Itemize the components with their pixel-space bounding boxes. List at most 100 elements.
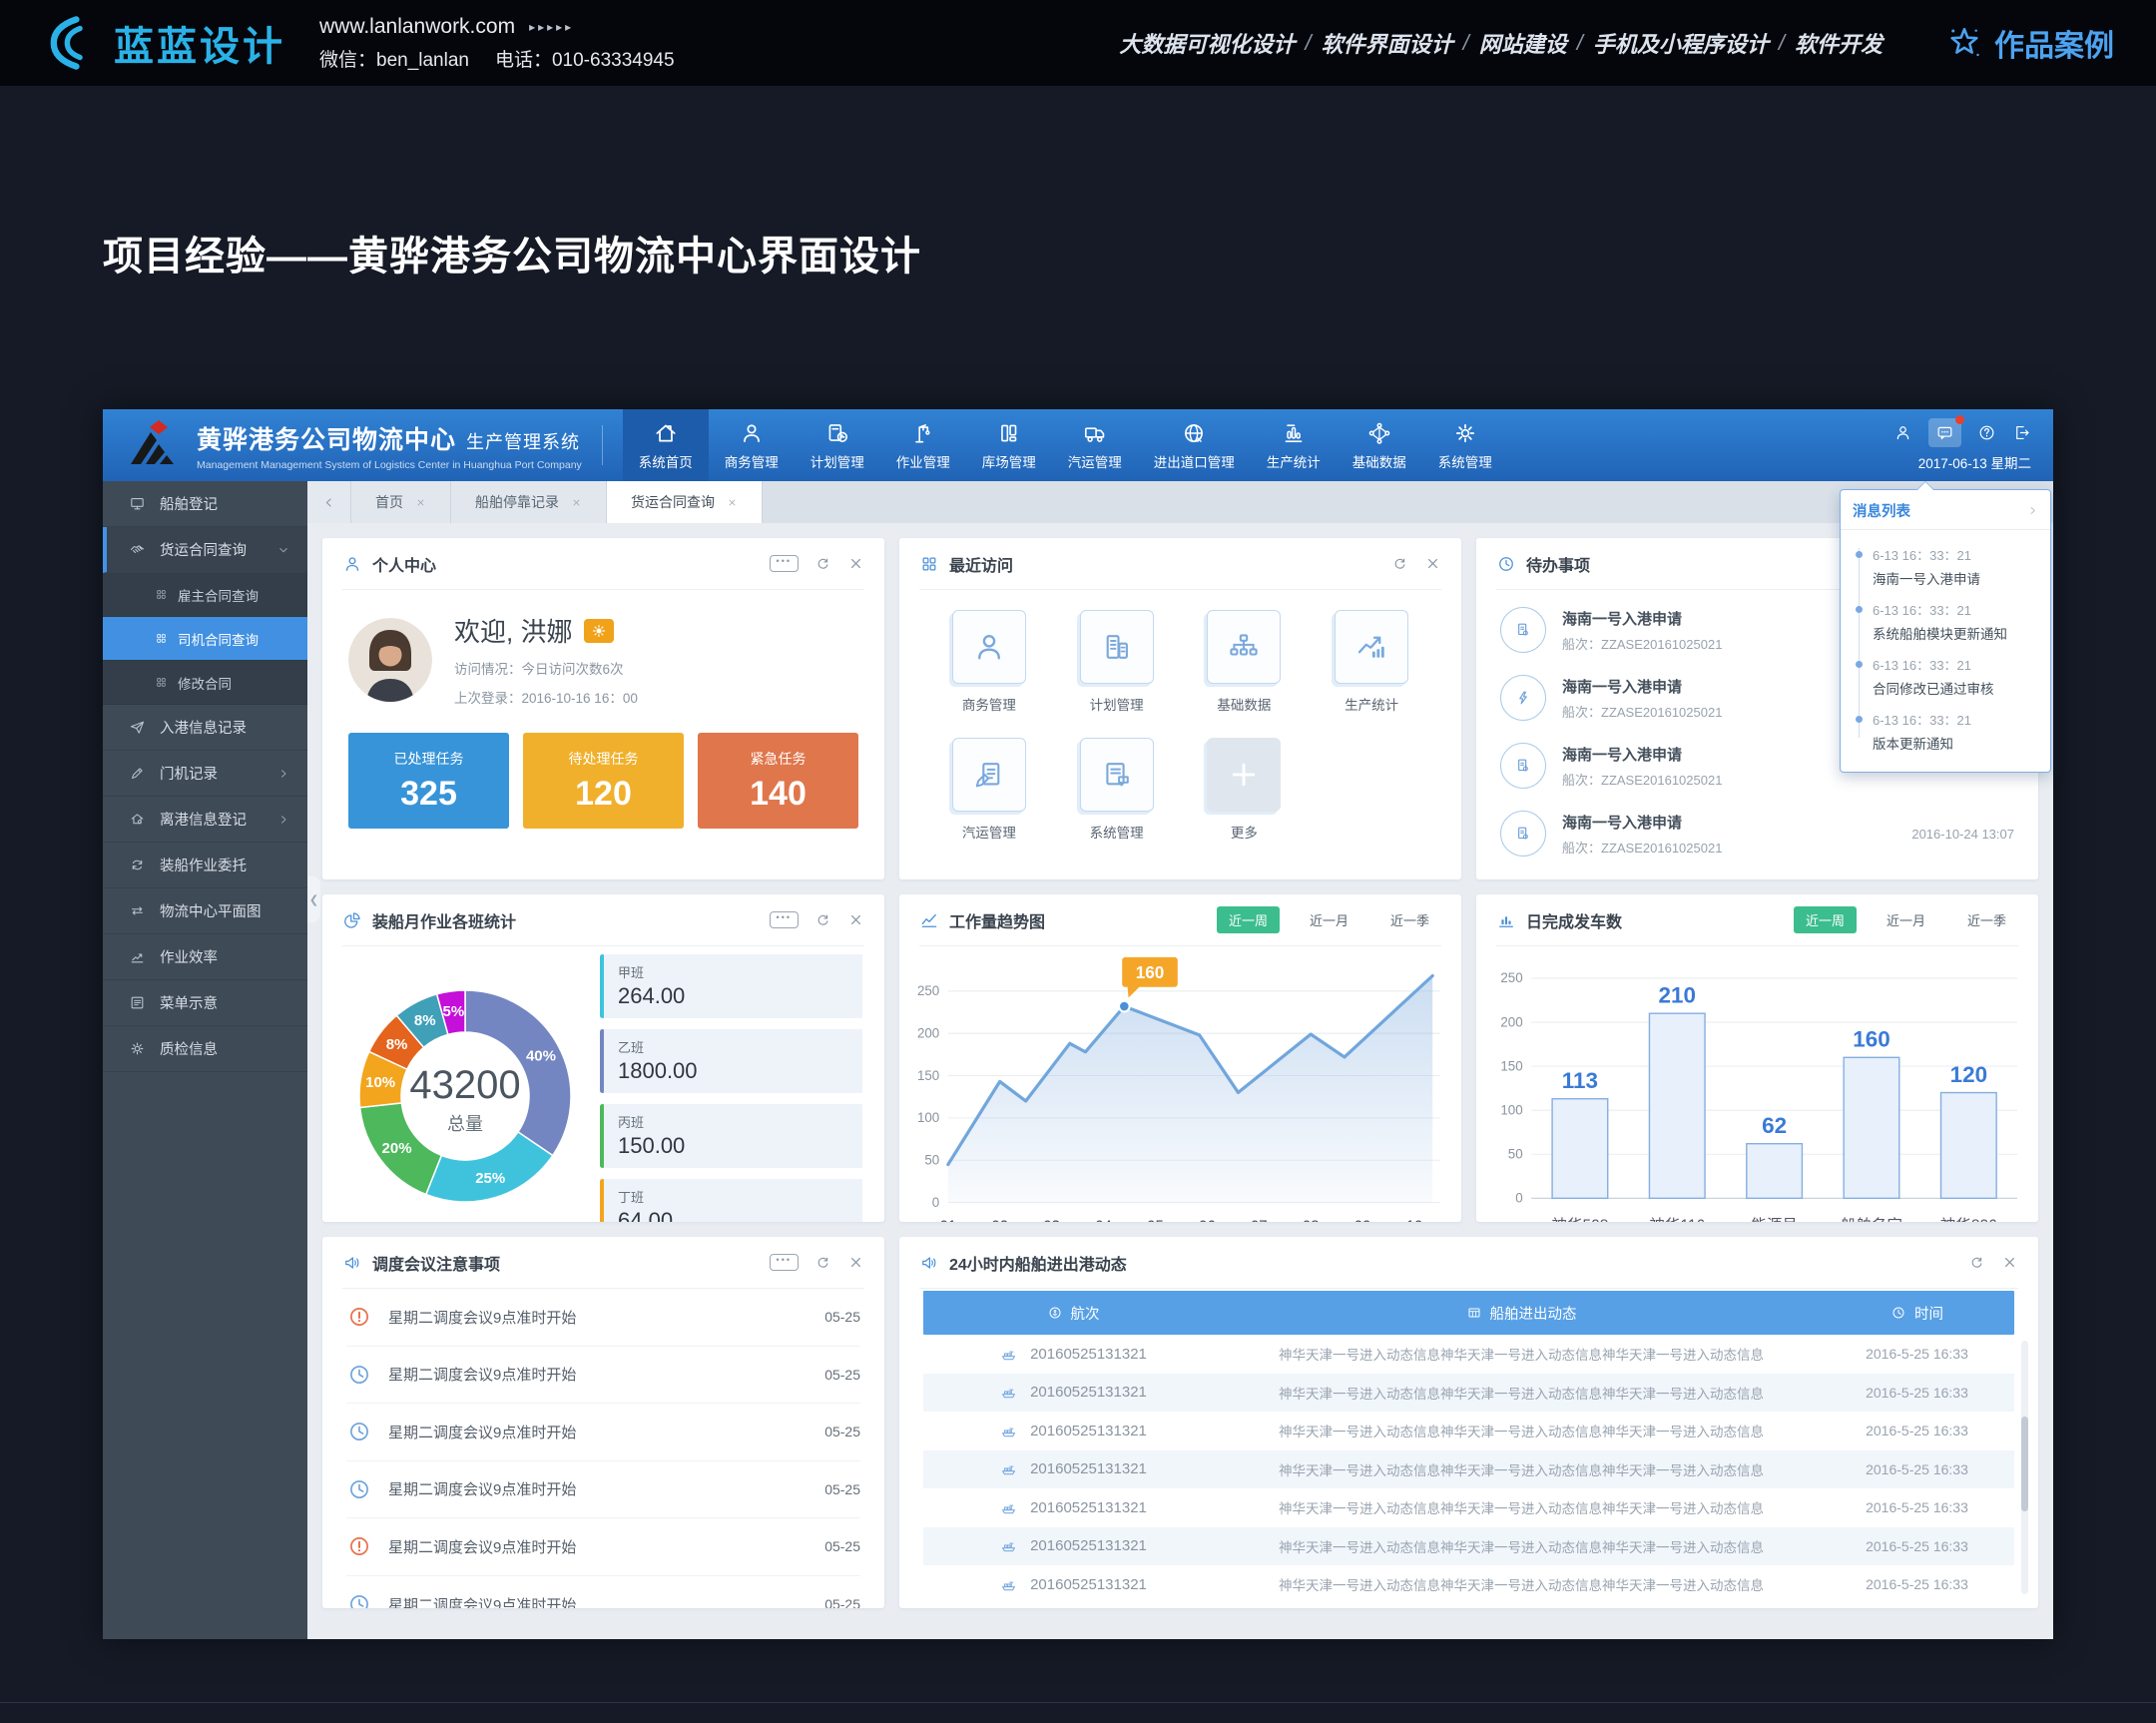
sidebar-item[interactable]: 货运合同查询 (103, 527, 307, 573)
table-row[interactable]: 20160525131321神华天津一号进入动态信息神华天津一号进入动态信息神华… (923, 1374, 2014, 1413)
portfolio-link[interactable]: 作品案例 (1946, 21, 2114, 65)
help-icon[interactable] (1977, 423, 1996, 442)
recent-item-更多[interactable]: 更多 (1181, 738, 1309, 842)
sidebar-item[interactable]: 作业效率 (103, 934, 307, 980)
nav-item-user[interactable]: 商务管理 (709, 409, 795, 481)
period-button-近一周[interactable]: 近一周 (1794, 906, 1857, 933)
tab-船舶停靠记录[interactable]: 船舶停靠记录 (451, 481, 607, 523)
sidebar-collapse-handle[interactable]: ❮ (307, 876, 320, 922)
more-options-button[interactable]: ••• (770, 555, 799, 572)
meeting-item[interactable]: 星期二调度会议9点准时开始05-25 (346, 1404, 860, 1461)
period-button-近一季[interactable]: 近一季 (1955, 906, 2018, 933)
tab-back-button[interactable] (307, 481, 351, 523)
nav-item-stats[interactable]: 生产统计 (1251, 409, 1337, 481)
sidebar-item[interactable]: 入港信息记录 (103, 705, 307, 751)
message-item[interactable]: 6-13 16：33：21合同修改已通过审核 (1841, 650, 2038, 705)
nav-item-crane[interactable]: 作业管理 (880, 409, 966, 481)
sidebar-subitem[interactable]: 修改合同 (103, 661, 307, 705)
logout-icon[interactable] (2012, 423, 2031, 442)
sidebar-item[interactable]: 门机记录 (103, 751, 307, 797)
service-link[interactable]: 软件界面设计 (1322, 27, 1453, 59)
user-icon[interactable] (1893, 423, 1912, 442)
table-row[interactable]: 20160525131321神华天津一号进入动态信息神华天津一号进入动态信息神华… (923, 1565, 2014, 1604)
message-popup: 消息列表 6-13 16：33：21海南一号入港申请6-13 16：33：21系… (1840, 489, 2051, 773)
more-options-button[interactable]: ••• (770, 911, 799, 928)
recent-item-系统管理[interactable]: 系统管理 (1053, 738, 1181, 842)
table-row[interactable]: 20160525131321神华天津一号进入动态信息神华天津一号进入动态信息神华… (923, 1412, 2014, 1450)
tab-close-icon[interactable] (415, 497, 426, 508)
scrollbar-thumb[interactable] (2021, 1417, 2028, 1511)
period-button-近一季[interactable]: 近一季 (1378, 906, 1441, 933)
sidebar-subitem[interactable]: 司机合同查询 (103, 617, 307, 661)
message-item[interactable]: 6-13 16：33：21海南一号入港申请 (1841, 540, 2038, 595)
refresh-icon[interactable] (1968, 1254, 1985, 1271)
stat-tile-紧急任务[interactable]: 紧急任务140 (698, 733, 858, 829)
period-button-近一周[interactable]: 近一周 (1217, 906, 1280, 933)
close-icon[interactable] (847, 911, 864, 928)
recent-item-生产统计[interactable]: 生产统计 (1308, 610, 1435, 714)
bar-神华116[interactable] (1649, 1013, 1705, 1198)
tab-货运合同查询[interactable]: 货运合同查询 (607, 481, 763, 523)
bar-神华508[interactable] (1552, 1099, 1608, 1199)
website-link[interactable]: www.lanlanwork.com (319, 15, 515, 39)
service-link[interactable]: 网站建设 (1479, 27, 1567, 59)
refresh-icon[interactable] (1391, 555, 1408, 572)
tab-首页[interactable]: 首页 (351, 481, 451, 523)
bar-神华806[interactable] (1941, 1093, 1997, 1199)
recent-item-汽运管理[interactable]: 汽运管理 (925, 738, 1053, 842)
data-point-marker[interactable] (1119, 1001, 1130, 1012)
meeting-item[interactable]: 星期二调度会议9点准时开始05-25 (346, 1518, 860, 1576)
sidebar-item[interactable]: 装船作业委托 (103, 843, 307, 888)
message-item[interactable]: 6-13 16：33：21系统船舶模块更新通知 (1841, 595, 2038, 650)
nav-item-truck[interactable]: 汽运管理 (1052, 409, 1138, 481)
nav-item-home[interactable]: 系统首页 (623, 409, 709, 481)
period-button-近一月[interactable]: 近一月 (1875, 906, 1937, 933)
sidebar-item[interactable]: 物流中心平面图 (103, 888, 307, 934)
table-row[interactable]: 20160525131321神华天津一号进入动态信息神华天津一号进入动态信息神华… (923, 1527, 2014, 1566)
nav-item-planner[interactable]: 计划管理 (795, 409, 880, 481)
service-link[interactable]: 大数据可视化设计 (1119, 27, 1295, 59)
meeting-item[interactable]: 星期二调度会议9点准时开始05-25 (346, 1461, 860, 1519)
more-options-button[interactable]: ••• (770, 1254, 799, 1271)
meeting-item[interactable]: 星期二调度会议9点准时开始05-25 (346, 1289, 860, 1347)
recent-item-商务管理[interactable]: 商务管理 (925, 610, 1053, 714)
stat-tile-已处理任务[interactable]: 已处理任务325 (348, 733, 509, 829)
sidebar-item[interactable]: 离港信息登记 (103, 797, 307, 843)
meeting-item[interactable]: 星期二调度会议9点准时开始05-25 (346, 1347, 860, 1405)
donut-slice[interactable] (426, 1132, 553, 1202)
recent-item-计划管理[interactable]: 计划管理 (1053, 610, 1181, 714)
sidebar-item[interactable]: 菜单示意 (103, 980, 307, 1026)
nav-item-gate[interactable]: 进出道口管理 (1138, 409, 1251, 481)
messages-icon[interactable] (1928, 418, 1961, 447)
close-icon[interactable] (2001, 1254, 2018, 1271)
recent-item-基础数据[interactable]: 基础数据 (1181, 610, 1309, 714)
chevron-right-icon[interactable] (2027, 505, 2038, 516)
close-icon[interactable] (1424, 555, 1441, 572)
refresh-icon[interactable] (814, 555, 831, 572)
nav-item-warehouse[interactable]: 库场管理 (966, 409, 1052, 481)
service-link[interactable]: 软件开发 (1795, 27, 1883, 59)
meeting-item[interactable]: 星期二调度会议9点准时开始05-25 (346, 1576, 860, 1609)
nav-item-gear[interactable]: 系统管理 (1422, 409, 1508, 481)
bar-能源号[interactable] (1747, 1144, 1803, 1199)
stat-tile-待处理任务[interactable]: 待处理任务120 (523, 733, 684, 829)
table-row[interactable]: 20160525131321神华天津一号进入动态信息神华天津一号进入动态信息神华… (923, 1488, 2014, 1527)
site-logo[interactable]: 蓝蓝设计 (42, 14, 285, 72)
tab-close-icon[interactable] (727, 497, 738, 508)
close-icon[interactable] (847, 1254, 864, 1271)
message-item[interactable]: 6-13 16：33：21版本更新通知 (1841, 705, 2038, 760)
todo-item[interactable]: 海南一号入港申请船次：ZZASE201610250212016-10-24 13… (1500, 800, 2014, 867)
sidebar-subitem[interactable]: 雇主合同查询 (103, 573, 307, 617)
sidebar-item[interactable]: 船舶登记 (103, 481, 307, 527)
service-link[interactable]: 手机及小程序设计 (1593, 27, 1769, 59)
period-button-近一月[interactable]: 近一月 (1298, 906, 1360, 933)
refresh-icon[interactable] (814, 1254, 831, 1271)
tab-close-icon[interactable] (571, 497, 582, 508)
refresh-icon[interactable] (814, 911, 831, 928)
nav-item-datanet[interactable]: 基础数据 (1337, 409, 1422, 481)
table-row[interactable]: 20160525131321神华天津一号进入动态信息神华天津一号进入动态信息神华… (923, 1450, 2014, 1489)
close-icon[interactable] (847, 555, 864, 572)
bar-船舶名字[interactable] (1844, 1057, 1899, 1198)
table-row[interactable]: 20160525131321神华天津一号进入动态信息神华天津一号进入动态信息神华… (923, 1335, 2014, 1374)
sidebar-item[interactable]: 质检信息 (103, 1026, 307, 1072)
